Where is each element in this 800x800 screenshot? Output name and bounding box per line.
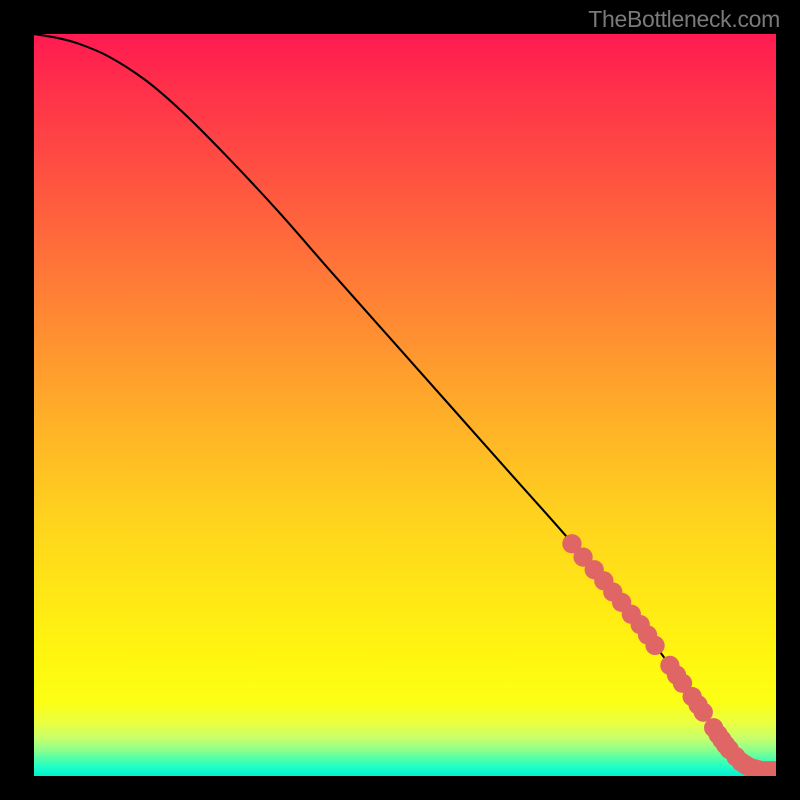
attribution-text: TheBottleneck.com — [588, 6, 780, 33]
plot-area — [34, 34, 776, 776]
background-gradient — [34, 34, 776, 776]
chart-stage: TheBottleneck.com — [0, 0, 800, 800]
